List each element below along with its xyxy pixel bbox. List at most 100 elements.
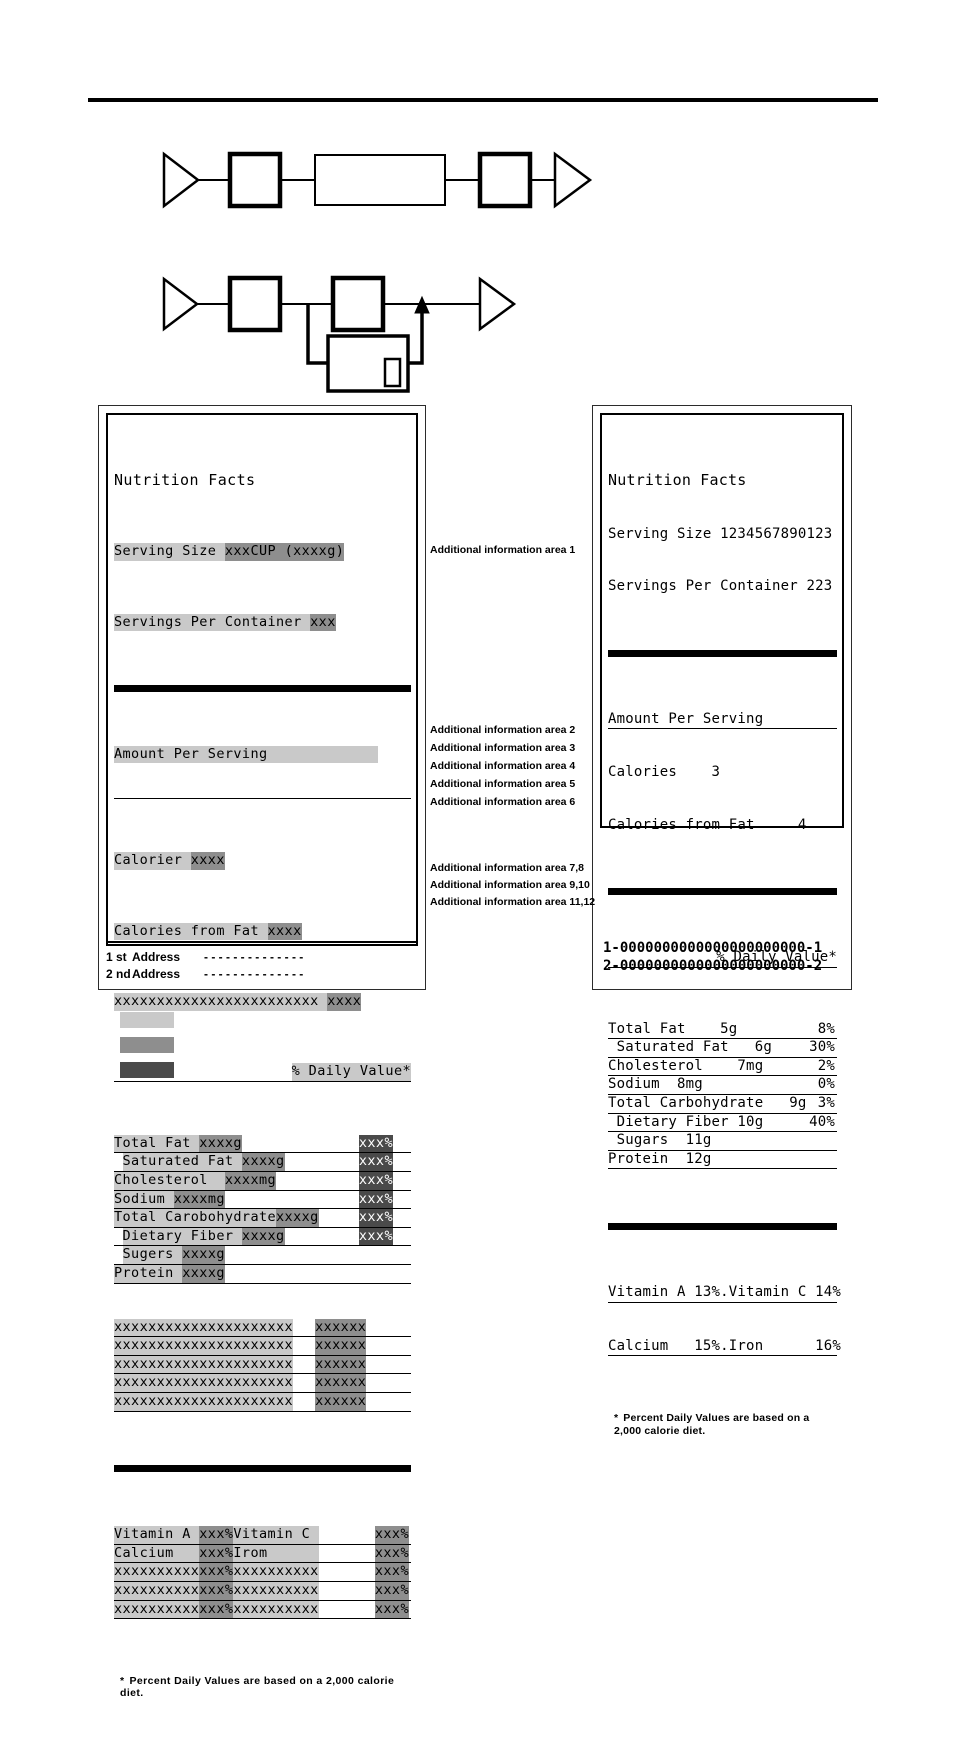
label-footnote: * Percent Daily Values are based on a 2,0… <box>114 1672 411 1704</box>
nutrient-text: Saturated Fat 6g <box>608 1039 772 1056</box>
nutrition-label-sample: Nutrition Facts Serving Size 12345678901… <box>592 405 852 1437</box>
calories-value: xxxx <box>190 852 225 870</box>
nutrient-name: Total Fat <box>114 1134 200 1153</box>
vitamin-row: xxxxxxxxxxxxx%xxxxxxxxxx xxx% <box>114 1563 411 1582</box>
calories-from-fat-row: Calories from Fat 4 <box>608 817 807 834</box>
nutrient-percent: xxx% <box>358 1171 393 1190</box>
legend-swatch-dark-shading <box>120 1062 174 1078</box>
servings-row: Servings Per Container 223 <box>608 578 833 595</box>
nutrient-percent: 2% <box>817 1057 835 1074</box>
vitamin-right-percent: xxx% <box>374 1544 409 1563</box>
vitamin-left-name: Calcium <box>114 1544 200 1563</box>
label-border: Nutrition Facts Serving Size xxxCUP (xxx… <box>106 413 418 1699</box>
extra-row-value: xxxxxx <box>315 1318 367 1337</box>
extra-row-value: xxxxxx <box>315 1374 367 1393</box>
branch-path-return <box>408 309 424 365</box>
thick-box-2 <box>477 151 533 209</box>
nutrient-value: xxxxmg <box>224 1171 277 1190</box>
vitamin-row: xxxxxxxxxxxxx%xxxxxxxxxx xxx% <box>114 1600 411 1620</box>
servings-row: Servings Per Container xxx <box>114 613 411 632</box>
serving-size-value: xxxCUP (xxxxg) <box>224 543 345 561</box>
calories-row: Calorier xxxx <box>114 852 411 870</box>
calories-from-fat-row: Calories from Fat xxxx <box>114 922 411 941</box>
nutrient-value: xxxxg <box>241 1153 285 1171</box>
syntax-diagram-1 <box>150 140 600 220</box>
nutrient-percent: xxx% <box>358 1190 393 1209</box>
vitamin-left-percent: xxx% <box>199 1582 234 1600</box>
thick-box-1 <box>227 275 283 333</box>
extra-information-row: xxxxxxxxxxxxxxxxxxxxx xxxxxx <box>114 1374 411 1394</box>
start-terminal-icon <box>162 276 200 332</box>
nutrient-value: xxxxmg <box>173 1190 225 1209</box>
footnote-text: Percent Daily Values are based on a 2,00… <box>614 1412 810 1437</box>
nutrient-rows: Total Fat 5g 8% Saturated Fat 6g 30% Choles… <box>608 1021 837 1170</box>
callout-label: Additional information area 11,12 <box>430 896 596 908</box>
nutrient-row: Saturated Fat xxxxg xxx% <box>114 1153 411 1172</box>
extra-info-value: xxxx <box>327 993 362 1011</box>
extra-info-row-1: xxxxxxxxxxxxxxxxxxxxxxxx xxxx <box>114 993 411 1011</box>
calories-from-fat-value: xxxx <box>267 922 302 941</box>
nutrient-rows: Total Fat xxxxg xxx% Saturated Fat xxxxg x… <box>114 1134 411 1284</box>
nutrient-row: Cholesterol 7mg 2% <box>608 1058 837 1077</box>
footnote-star: * <box>120 1674 125 1687</box>
callout-label: Additional information area 1 <box>430 544 576 556</box>
vitamin-left-name: Vitamin A <box>114 1526 200 1544</box>
branch-box <box>326 334 410 393</box>
extra-row-label: xxxxxxxxxxxxxxxxxxxxx <box>114 1318 294 1337</box>
vitamin-right-percent: xxx% <box>374 1526 409 1544</box>
nutrient-value: xxxxg <box>276 1209 319 1227</box>
shading-legend <box>120 1012 174 1087</box>
nutrient-row: Sodium 8mg 0% <box>608 1076 837 1095</box>
extra-row-value: xxxxxx <box>315 1355 367 1374</box>
nutrient-text: Total Fat 5g <box>608 1020 738 1037</box>
rule-amount <box>114 798 411 800</box>
daily-value-header: % Daily Value* <box>291 1063 411 1081</box>
sample-address-line-2: 2-0000000000000000000000-2 <box>603 958 823 974</box>
extra-information-row: xxxxxxxxxxxxxxxxxxxxx xxxxxx <box>114 1337 411 1356</box>
vitamin-left-percent: xxx% <box>199 1526 234 1544</box>
serving-size-row: Serving Size xxxCUP (xxxxg) <box>114 543 411 561</box>
address-2-dashes: - - - - - - - - - - - - - - <box>204 967 304 981</box>
address-row-2: 2 ndAddress - - - - - - - - - - - - - - <box>106 966 418 983</box>
nutrient-row: Total Fat xxxxg xxx% <box>114 1134 411 1154</box>
vitamin-left-percent: xxx% <box>199 1544 234 1563</box>
nutrient-row: Dietary Fiber 10g 40% <box>608 1114 837 1133</box>
label-title: Nutrition Facts <box>114 470 256 489</box>
amount-per-serving-row: Amount Per Serving <box>608 711 837 730</box>
nutrient-text: Sugars 11g <box>608 1132 712 1149</box>
vitamin-right-name: Irom <box>233 1544 319 1563</box>
serving-size-row: Serving Size 1234567890123 <box>608 525 833 542</box>
footnote-text: Percent Daily Values are based on a 2,00… <box>120 1674 395 1700</box>
address-1-number: 1 st <box>106 950 127 964</box>
servings-value: xxx <box>310 613 336 632</box>
extra-row-value: xxxxxx <box>315 1337 367 1355</box>
nutrient-percent: xxx% <box>358 1134 393 1153</box>
rule-after-servings <box>608 649 837 657</box>
rule-before-vitamins <box>608 1223 837 1231</box>
nutrient-text: Sodium 8mg <box>608 1076 703 1093</box>
extra-information-rows: xxxxxxxxxxxxxxxxxxxxx xxxxxx xxxxxxxxxxxxx… <box>114 1318 411 1412</box>
nutrient-name: Cholesterol <box>114 1171 225 1190</box>
end-terminal-icon <box>553 151 593 209</box>
nutrient-percent: 0% <box>817 1076 835 1093</box>
callout-label: Additional information area 9,10 <box>430 879 590 891</box>
thick-box-1 <box>227 151 283 209</box>
address-1-word: Address <box>132 950 181 964</box>
nutrient-row: Dietary Fiber xxxxg xxx% <box>114 1227 411 1247</box>
callout-label: Additional information area 2 <box>430 724 576 736</box>
nutrient-row: Total Carobohydratexxxxg xxx% <box>114 1209 411 1228</box>
nutrient-row: Protein xxxxg <box>114 1264 411 1284</box>
nutrient-percent: xxx% <box>358 1153 393 1171</box>
address-2-number: 2 nd <box>106 967 131 981</box>
vitamin-left-name: xxxxxxxxxx <box>114 1600 200 1619</box>
rule-before-daily-value <box>608 888 837 896</box>
nutrient-name: Total Carobohydrate <box>114 1209 277 1227</box>
end-terminal-icon <box>478 276 517 332</box>
nutrient-percent: 3% <box>817 1094 835 1111</box>
nutrient-percent: 40% <box>809 1113 835 1130</box>
label-border: Nutrition Facts Serving Size 12345678901… <box>600 413 844 1437</box>
rule-after-servings <box>114 684 411 692</box>
extra-row-label: xxxxxxxxxxxxxxxxxxxxx <box>114 1355 294 1374</box>
nutrient-text: Total Carbohydrate 9g <box>608 1094 807 1111</box>
rule-before-vitamins <box>114 1465 411 1473</box>
